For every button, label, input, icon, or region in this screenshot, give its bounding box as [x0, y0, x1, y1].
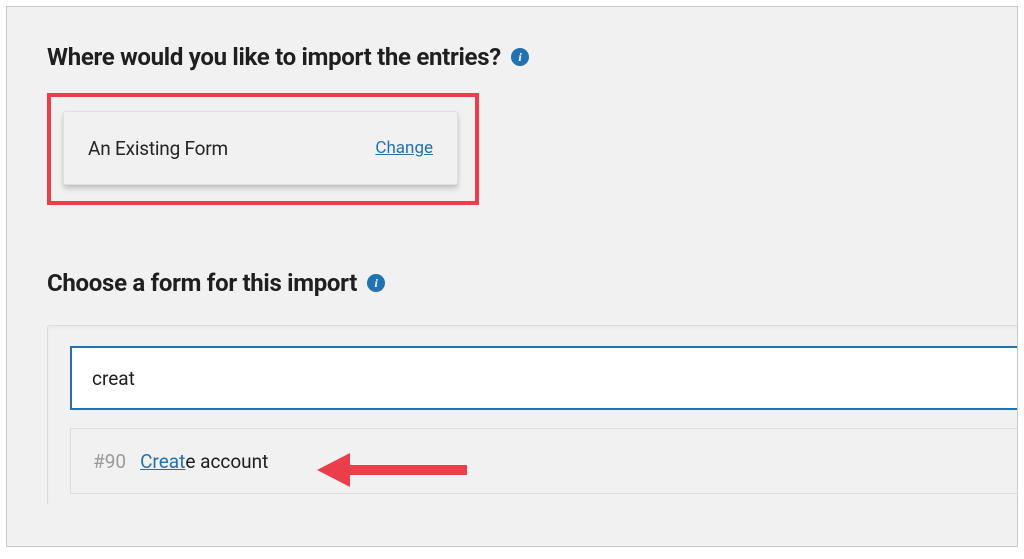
result-text: Create account — [140, 450, 268, 473]
section-title-destination: Where would you like to import the entri… — [47, 43, 1017, 71]
form-search-container: #90 Create account — [47, 325, 1018, 504]
result-rest: e account — [185, 450, 268, 473]
section-title-text: Choose a form for this import — [47, 269, 357, 297]
change-link[interactable]: Change — [375, 138, 433, 158]
result-id: #90 — [93, 450, 126, 473]
result-match-highlight: Creat — [140, 450, 185, 473]
section-title-text: Where would you like to import the entri… — [47, 43, 501, 71]
import-panel: Where would you like to import the entri… — [6, 6, 1018, 547]
highlight-frame: An Existing Form Change — [47, 93, 479, 205]
form-search-input[interactable] — [70, 346, 1018, 410]
search-result-item[interactable]: #90 Create account — [70, 428, 1018, 494]
option-label: An Existing Form — [88, 137, 228, 160]
info-icon[interactable]: i — [511, 48, 529, 66]
info-icon[interactable]: i — [367, 274, 385, 292]
existing-form-card[interactable]: An Existing Form Change — [63, 111, 458, 185]
section-title-choose-form: Choose a form for this import i — [47, 269, 1017, 297]
